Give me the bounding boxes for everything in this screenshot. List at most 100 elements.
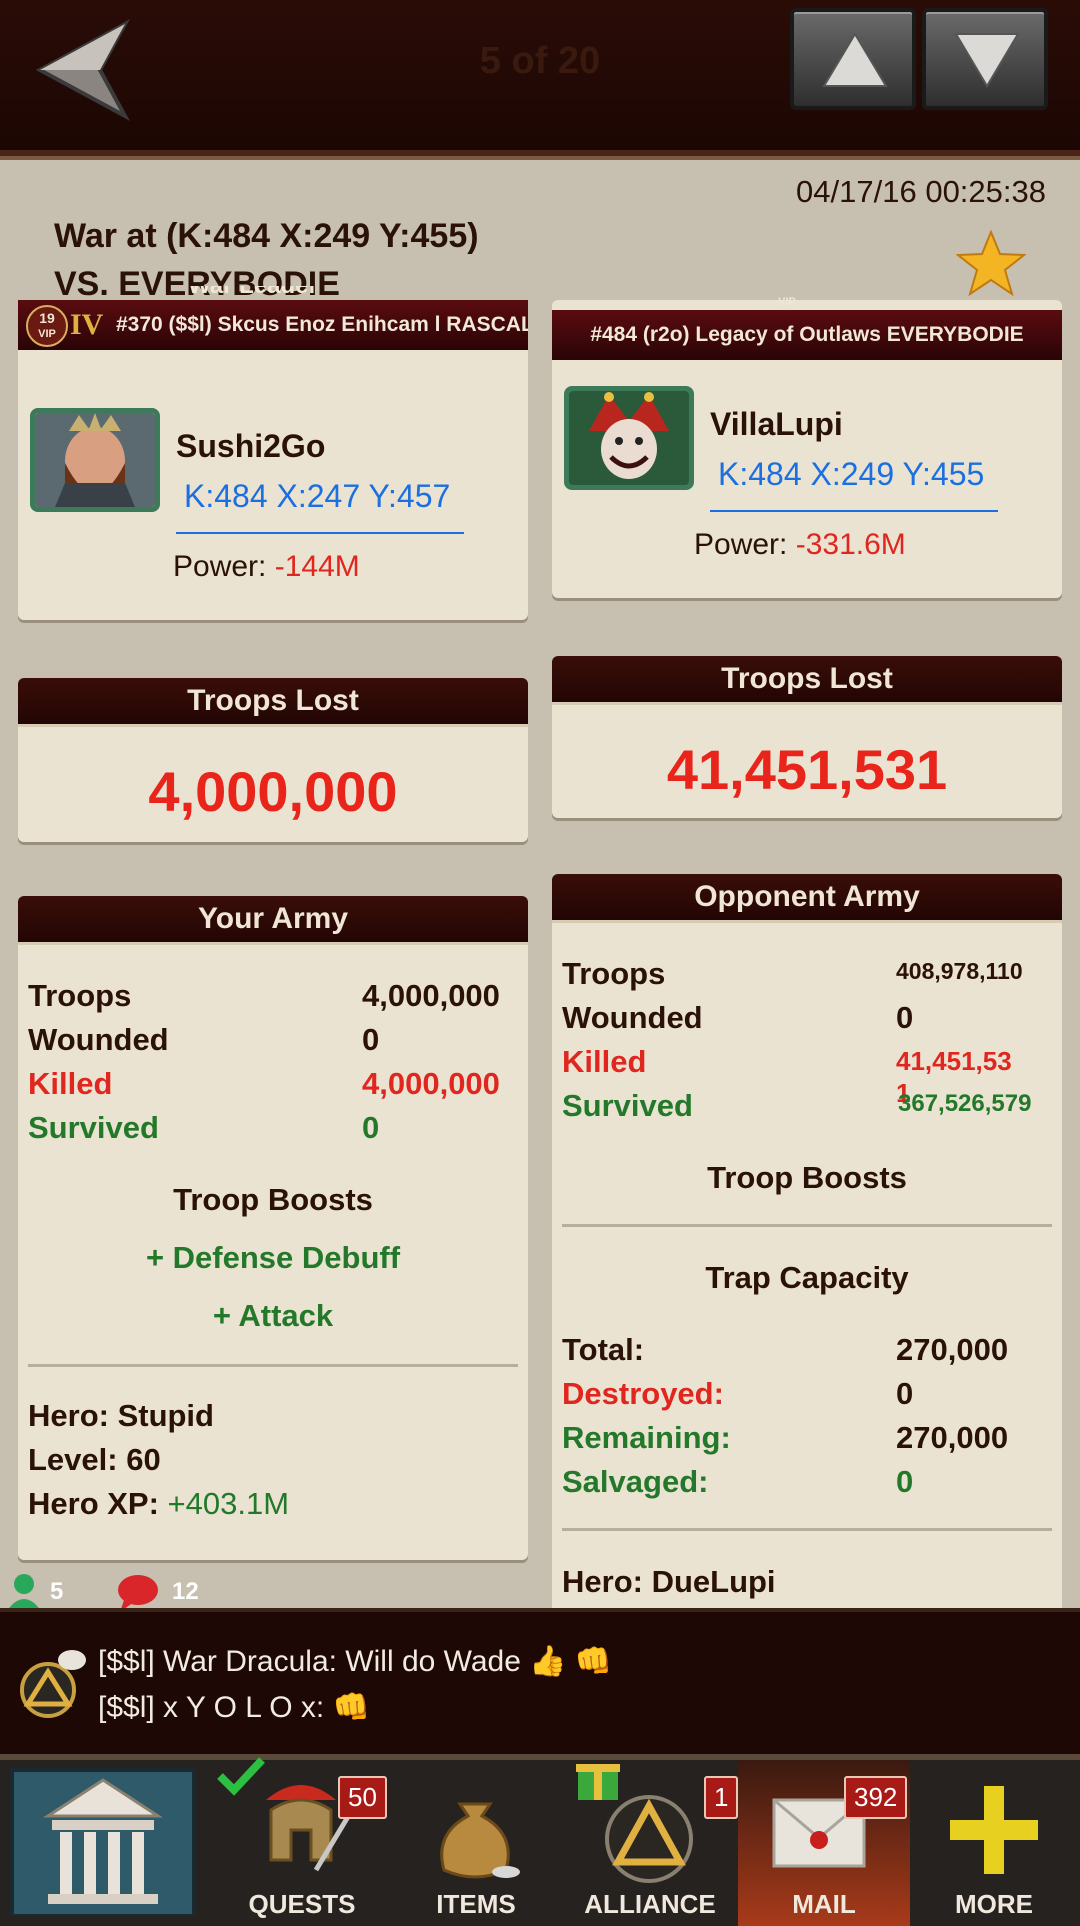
power-label: Power: [173, 550, 267, 583]
defender-card: #484 (r2o) Legacy of Outlaws EVERYBODIE … [552, 296, 1062, 598]
attacker-alliance-name: #370 ($$l) Skcus Enoz Enihcam l RASCAL l [116, 313, 528, 336]
alliance-chat-preview[interactable]: [$$l] War Dracula: Will do Wade 👍 👊 [$$l… [0, 1608, 1080, 1758]
defender-alliance-name: #484 (r2o) Legacy of Outlaws EVERYBODIE [590, 323, 1024, 346]
message-count: 12 [172, 1578, 199, 1605]
attacker-coords-link[interactable]: K:484 X:247 Y:457 [184, 478, 450, 515]
defender-troops-lost-value: 41,451,531 [666, 738, 948, 801]
nav-items[interactable]: ITEMS [390, 1760, 562, 1926]
wounded-label: Wounded [28, 1022, 169, 1057]
troops-lost-header: Troops Lost [18, 678, 528, 727]
trap-total-value: 270,000 [896, 1332, 1009, 1367]
power-value: -144M [274, 550, 360, 583]
nav-mail-label: MAIL [792, 1889, 856, 1919]
your-army-card: Your Army Troops 4,000,000 Wounded 0 Kil… [18, 896, 528, 1560]
troop-boosts-title: Troop Boosts [173, 1182, 373, 1217]
trap-salvaged-value: 0 [896, 1464, 914, 1499]
killed-label: Killed [562, 1044, 647, 1079]
nav-alliance-label: ALLIANCE [584, 1889, 716, 1919]
boost-attack: + Attack [212, 1298, 334, 1333]
online-count: 5 [50, 1578, 64, 1605]
nav-mail[interactable]: 392 MAIL [738, 1760, 910, 1926]
opponent-army-card: Opponent Army Troops 408,978,110 Wounded… [552, 874, 1062, 1614]
chat-status-overlay[interactable]: 5 12 [0, 1572, 260, 1612]
plus-icon [950, 1786, 1038, 1874]
palace-icon [10, 1768, 196, 1916]
war-leader-header: War Leader [188, 286, 318, 300]
arrow-down-icon [954, 33, 1020, 88]
attacker-coords-underline [176, 532, 464, 534]
defender-alliance-bar: #484 (r2o) Legacy of Outlaws EVERYBODIE [552, 310, 1062, 360]
nav-more[interactable]: MORE [908, 1760, 1080, 1926]
defender-coords-underline [710, 510, 998, 512]
defender-avatar[interactable] [564, 386, 694, 490]
survived-label: Survived [28, 1110, 159, 1145]
survived-value: 0 [362, 1110, 380, 1145]
nav-quests-label: QUESTS [248, 1889, 356, 1919]
troop-boosts-title: Troop Boosts [707, 1160, 907, 1195]
troops-label: Troops [562, 956, 666, 991]
power-label: Power: [694, 528, 788, 561]
jester-portrait [569, 391, 689, 485]
your-army-header: Your Army [18, 896, 528, 945]
hero-level: Level: 60 [28, 1442, 161, 1477]
vip-label: VIP [38, 328, 56, 340]
previous-report-button[interactable] [790, 8, 916, 110]
nav-alliance[interactable]: 1 ALLIANCE [564, 1760, 739, 1926]
defender-name: VillaLupi [710, 406, 843, 442]
opponent-army-header: Opponent Army [552, 874, 1062, 923]
page-counter: 5 of 20 [479, 40, 601, 82]
nav-home[interactable] [8, 1760, 208, 1926]
vip-badge: 19 VIP [26, 305, 68, 347]
defender-coords-link[interactable]: K:484 X:249 Y:455 [718, 456, 984, 493]
killed-value: 41,451,53 [896, 1046, 1012, 1076]
nav-quests[interactable]: 50 QUESTS [216, 1757, 388, 1926]
alliance-chat-icon [20, 1650, 86, 1718]
trap-salvaged-label: Salvaged: [562, 1464, 709, 1499]
attacker-troops-lost-card: Troops Lost 4,000,000 [18, 678, 528, 842]
trap-destroyed-label: Destroyed: [562, 1376, 724, 1411]
wounded-value: 0 [896, 1000, 914, 1035]
survived-value: 367,526,579 [898, 1090, 1032, 1117]
troops-value: 408,978,110 [896, 958, 1023, 984]
survived-label: Survived [562, 1088, 693, 1123]
bottom-navigation: 50 QUESTS ITEMS 1 ALLIANCE 392 MAIL MORE [0, 1754, 1080, 1926]
alliance-emblem-icon [605, 1795, 693, 1883]
chat-bubble-icon [118, 1575, 158, 1612]
nav-items-label: ITEMS [436, 1889, 516, 1919]
war-location: War at (K:484 X:249 Y:455) [54, 217, 479, 255]
next-report-button[interactable] [922, 8, 1048, 110]
killed-label: Killed [28, 1066, 113, 1101]
trap-total-label: Total: [562, 1332, 645, 1367]
section-divider [562, 1528, 1052, 1531]
quests-badge: 50 [338, 1776, 387, 1819]
vip-level: 19 [39, 310, 55, 326]
alliance-badge: 1 [704, 1776, 739, 1819]
mail-badge: 392 [844, 1776, 908, 1819]
favorite-star-icon[interactable] [956, 230, 1026, 296]
troops-lost-header: Troops Lost [552, 656, 1062, 705]
trap-destroyed-value: 0 [896, 1376, 914, 1411]
wounded-label: Wounded [562, 1000, 703, 1035]
online-users-icon [6, 1574, 42, 1612]
coin-bag-icon [440, 1802, 520, 1879]
hero-xp: Hero XP: +403.1M [28, 1486, 289, 1522]
chat-message-1: [$$l] War Dracula: Will do Wade 👍 👊 [98, 1645, 613, 1678]
trap-remaining-label: Remaining: [562, 1420, 731, 1455]
boost-defense-debuff: + Defense Debuff [145, 1240, 401, 1275]
attacker-name: Sushi2Go [176, 428, 326, 464]
defender-troops-lost-card: Troops Lost 41,451,531 [552, 656, 1062, 818]
opponent-hero-name: Hero: DueLupi [562, 1564, 776, 1599]
attacker-avatar[interactable] [30, 408, 160, 512]
top-bar: 5 of 20 [0, 0, 1080, 156]
wounded-value: 0 [362, 1022, 380, 1057]
section-divider [28, 1364, 518, 1367]
attacker-card: 19 VIP IV #370 ($$l) Skcus Enoz Enihcam … [18, 286, 528, 620]
troops-value: 4,000,000 [362, 978, 500, 1013]
section-divider [562, 1224, 1052, 1227]
rank-badge: IV [70, 308, 104, 341]
killed-value: 4,000,000 [362, 1066, 500, 1101]
attacker-power: Power: -144M [173, 550, 360, 584]
attacker-troops-lost-value: 4,000,000 [148, 760, 398, 823]
power-value: -331.6M [795, 528, 906, 561]
troops-label: Troops [28, 978, 132, 1013]
